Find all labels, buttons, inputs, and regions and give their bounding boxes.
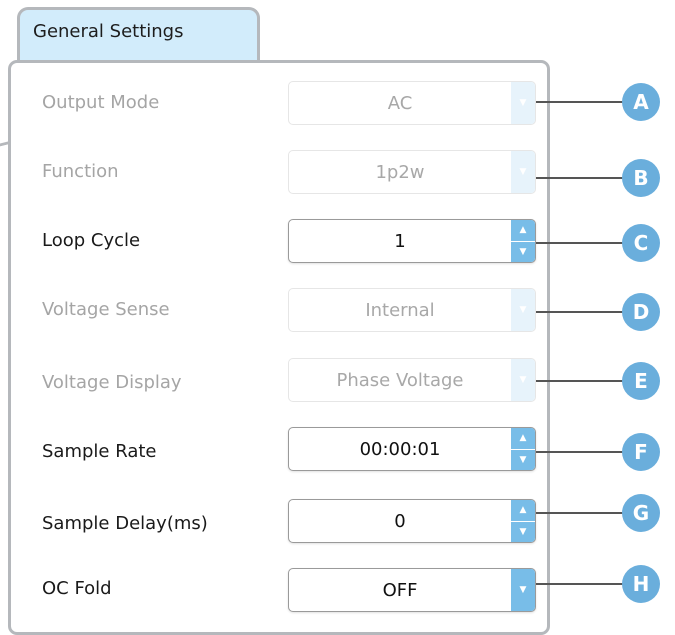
- callout-line-b: [536, 177, 624, 179]
- sample-rate-stepper[interactable]: 00:00:01 ▲ ▼: [288, 427, 536, 471]
- voltage-display-value: Phase Voltage: [336, 369, 464, 391]
- chevron-down-icon: ▼: [511, 289, 535, 331]
- voltage-display-label: Voltage Display: [42, 372, 182, 393]
- chevron-down-icon: ▼: [511, 82, 535, 124]
- oc-fold-label: OC Fold: [42, 578, 112, 599]
- chevron-up-icon[interactable]: ▲: [511, 500, 535, 522]
- voltage-sense-label: Voltage Sense: [42, 299, 170, 320]
- callout-badge-d: D: [622, 293, 660, 331]
- loop-cycle-stepper[interactable]: 1 ▲ ▼: [288, 219, 536, 263]
- loop-cycle-value[interactable]: 1: [289, 220, 511, 262]
- loop-cycle-label: Loop Cycle: [42, 230, 141, 251]
- chevron-down-icon[interactable]: ▼: [511, 569, 535, 611]
- sample-rate-label: Sample Rate: [42, 441, 157, 462]
- callout-badge-f: F: [622, 433, 660, 471]
- sample-delay-stepper[interactable]: 0 ▲ ▼: [288, 499, 536, 543]
- chevron-down-icon[interactable]: ▼: [511, 241, 535, 262]
- voltage-sense-dropdown: Internal ▼: [288, 288, 536, 332]
- sample-rate-value[interactable]: 00:00:01: [289, 428, 511, 470]
- callout-line-d: [536, 311, 624, 313]
- chevron-up-icon[interactable]: ▲: [511, 220, 535, 242]
- callout-line-h: [536, 583, 624, 585]
- chevron-down-icon[interactable]: ▼: [511, 449, 535, 470]
- chevron-down-icon[interactable]: ▼: [511, 521, 535, 542]
- sample-delay-spin-buttons: ▲ ▼: [511, 500, 535, 542]
- oc-fold-value[interactable]: OFF: [289, 569, 511, 611]
- chevron-down-icon: ▼: [511, 359, 535, 401]
- voltage-display-dropdown: Phase Voltage ▼: [288, 358, 536, 402]
- function-value: 1p2w: [375, 161, 425, 183]
- callout-badge-e: E: [622, 362, 660, 400]
- output-mode-dropdown: AC ▼: [288, 81, 536, 125]
- callout-badge-g: G: [622, 494, 660, 532]
- chevron-down-icon: ▼: [511, 151, 535, 193]
- loop-cycle-spin-buttons: ▲ ▼: [511, 220, 535, 262]
- callout-badge-a: A: [622, 83, 660, 121]
- tab-label: General Settings: [33, 21, 184, 42]
- chevron-up-icon[interactable]: ▲: [511, 428, 535, 450]
- sample-rate-spin-buttons: ▲ ▼: [511, 428, 535, 470]
- callout-line-f: [536, 451, 624, 453]
- sample-delay-label: Sample Delay(ms): [42, 513, 208, 534]
- settings-panel: [8, 60, 550, 635]
- output-mode-label: Output Mode: [42, 92, 160, 113]
- callout-line-a: [536, 101, 624, 103]
- callout-badge-c: C: [622, 224, 660, 262]
- voltage-sense-value: Internal: [365, 299, 435, 321]
- callout-line-c: [536, 242, 624, 244]
- oc-fold-dropdown[interactable]: OFF ▼: [288, 568, 536, 612]
- callout-line-g: [536, 512, 624, 514]
- callout-badge-h: H: [622, 565, 660, 603]
- callout-line-e: [536, 380, 624, 382]
- sample-delay-value[interactable]: 0: [289, 500, 511, 542]
- output-mode-value: AC: [387, 92, 413, 114]
- callout-badge-b: B: [622, 159, 660, 197]
- function-dropdown: 1p2w ▼: [288, 150, 536, 194]
- function-label: Function: [42, 161, 119, 182]
